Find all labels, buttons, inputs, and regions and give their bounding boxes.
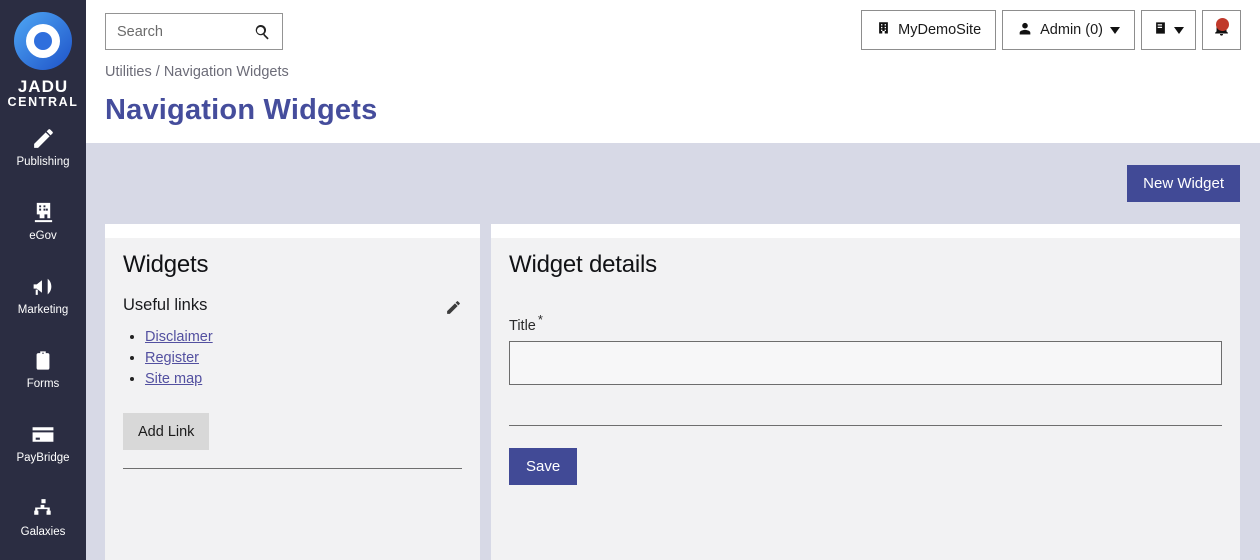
main-region: MyDemoSite Admin (0) bbox=[86, 0, 1260, 560]
action-toolbar: New Widget bbox=[86, 143, 1260, 224]
widget-group-useful-links: Useful links Disclaimer Register bbox=[123, 279, 462, 450]
sidebar-item-label: Marketing bbox=[17, 304, 69, 317]
building-icon bbox=[32, 199, 55, 225]
search-icon[interactable] bbox=[253, 23, 272, 47]
widget-link-list: Disclaimer Register Site map bbox=[145, 329, 462, 387]
megaphone-icon bbox=[30, 273, 56, 299]
list-item: Disclaimer bbox=[145, 329, 462, 345]
sidebar-item-paybridge[interactable]: PayBridge bbox=[0, 407, 86, 479]
notification-badge bbox=[1216, 18, 1229, 31]
title-input[interactable] bbox=[509, 340, 1222, 385]
building-icon bbox=[876, 20, 891, 41]
widget-link[interactable]: Register bbox=[145, 350, 199, 366]
widgets-panel-body: Widgets Useful links Disclaimer bbox=[105, 238, 480, 560]
widget-details-heading: Widget details bbox=[509, 251, 657, 278]
required-marker: * bbox=[537, 312, 543, 327]
notifications-button[interactable] bbox=[1202, 10, 1241, 50]
search-box[interactable] bbox=[105, 13, 283, 50]
brand-name-line1: JADU bbox=[17, 77, 69, 96]
widget-link[interactable]: Disclaimer bbox=[145, 329, 213, 345]
brand-name-line2: CENTRAL bbox=[7, 94, 79, 109]
sidebar-item-egov[interactable]: eGov bbox=[0, 185, 86, 257]
sidebar-item-label: Forms bbox=[26, 378, 60, 391]
site-switcher-button[interactable]: MyDemoSite bbox=[861, 10, 997, 50]
site-switcher-label: MyDemoSite bbox=[898, 22, 982, 38]
widget-link[interactable]: Site map bbox=[145, 371, 202, 387]
top-header: MyDemoSite Admin (0) bbox=[86, 0, 1260, 143]
list-item: Site map bbox=[145, 371, 462, 387]
widgets-panel: Widgets Useful links Disclaimer bbox=[105, 224, 480, 560]
pencil-icon bbox=[31, 125, 56, 151]
docs-button[interactable] bbox=[1141, 10, 1196, 50]
credit-card-icon bbox=[30, 421, 56, 447]
save-button[interactable]: Save bbox=[509, 447, 578, 485]
pencil-icon bbox=[445, 301, 462, 319]
jadu-ring-logo-icon bbox=[14, 12, 72, 70]
breadcrumb[interactable]: Utilities / Navigation Widgets bbox=[105, 64, 289, 80]
chevron-down-icon bbox=[1110, 26, 1120, 34]
title-label-text: Title bbox=[509, 317, 536, 334]
widget-group-title: Useful links bbox=[123, 296, 208, 314]
title-field-label: Title * bbox=[509, 312, 1222, 334]
sidebar-item-galaxies[interactable]: Galaxies bbox=[0, 481, 86, 553]
account-label: Admin (0) bbox=[1040, 22, 1103, 38]
sidebar-item-label: Galaxies bbox=[20, 526, 66, 539]
list-item: Register bbox=[145, 350, 462, 366]
sidebar-item-marketing[interactable]: Marketing bbox=[0, 259, 86, 331]
sidebar-item-label: Publishing bbox=[16, 156, 70, 169]
brand-logo[interactable]: JADU CENTRAL bbox=[0, 0, 86, 109]
panel-cap bbox=[491, 224, 1240, 238]
sidebar-item-publishing[interactable]: Publishing bbox=[0, 111, 86, 183]
clipboard-check-icon bbox=[32, 347, 54, 373]
sidebar: JADU CENTRAL Publishing eGov Marketing F… bbox=[0, 0, 86, 560]
user-icon bbox=[1017, 20, 1033, 41]
search-input[interactable] bbox=[106, 15, 246, 48]
account-button[interactable]: Admin (0) bbox=[1002, 10, 1135, 50]
edit-widget-button[interactable] bbox=[445, 299, 462, 316]
panel-cap bbox=[105, 224, 480, 238]
sidebar-item-label: PayBridge bbox=[16, 452, 70, 465]
panel-divider bbox=[123, 468, 462, 469]
sitemap-icon bbox=[31, 495, 56, 521]
chevron-down-icon bbox=[1174, 26, 1184, 34]
page-title: Navigation Widgets bbox=[105, 94, 378, 126]
sidebar-item-label: eGov bbox=[29, 230, 57, 243]
widget-details-panel: Widget details Title * Save bbox=[491, 224, 1240, 560]
new-widget-button[interactable]: New Widget bbox=[1127, 165, 1240, 202]
sidebar-item-forms[interactable]: Forms bbox=[0, 333, 86, 405]
add-link-button[interactable]: Add Link bbox=[123, 413, 210, 450]
header-actions: MyDemoSite Admin (0) bbox=[861, 10, 1241, 50]
panels-container: Widgets Useful links Disclaimer bbox=[86, 224, 1260, 560]
widget-details-body: Widget details Title * Save bbox=[491, 238, 1240, 560]
book-icon bbox=[1153, 19, 1168, 41]
app-root: JADU CENTRAL Publishing eGov Marketing F… bbox=[0, 0, 1260, 560]
brand-wordmark: JADU CENTRAL bbox=[8, 78, 79, 109]
widgets-panel-heading: Widgets bbox=[123, 251, 209, 278]
form-divider bbox=[509, 424, 1222, 426]
